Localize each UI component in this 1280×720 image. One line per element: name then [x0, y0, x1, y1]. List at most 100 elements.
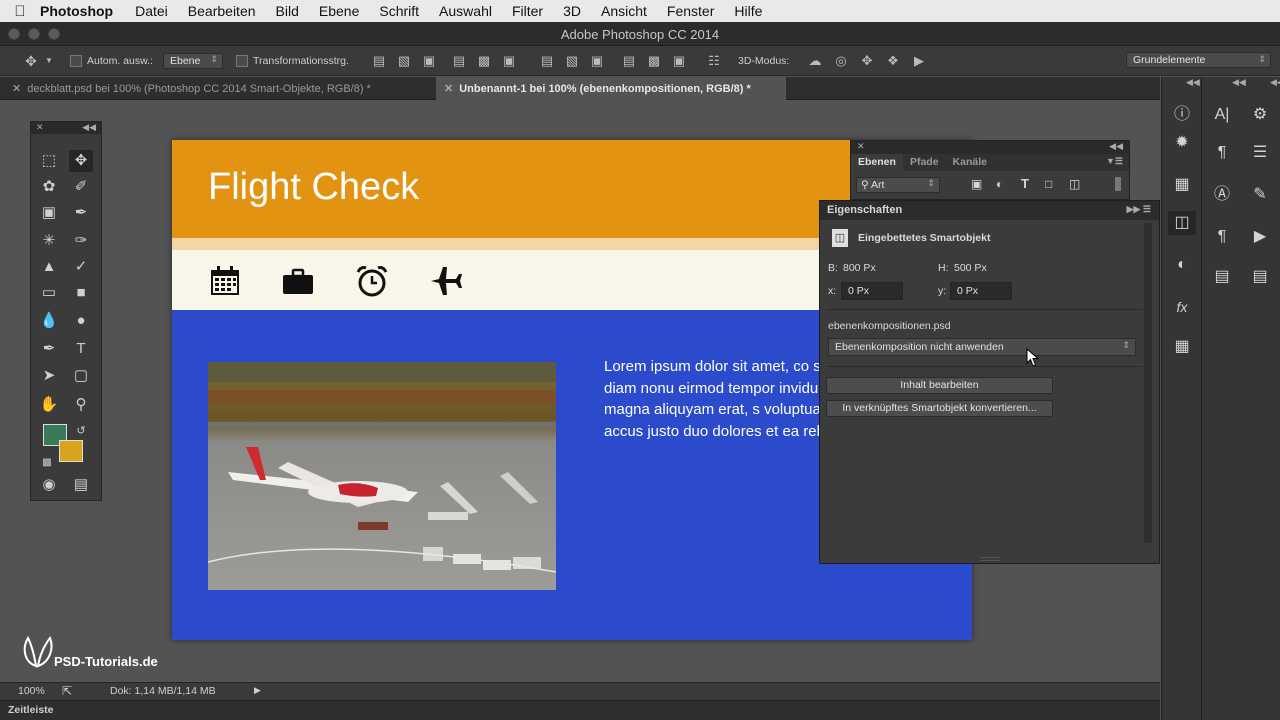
- eyedropper-tool-icon[interactable]: ✒: [69, 202, 93, 224]
- menu-fenster[interactable]: Fenster: [667, 3, 714, 19]
- distribute-hcenter-icon[interactable]: ▩: [645, 52, 663, 70]
- quick-mask-icon[interactable]: ◉: [37, 474, 61, 496]
- collapse-dock-icon[interactable]: ◀◀: [1232, 77, 1246, 88]
- close-panel-icon[interactable]: ✕: [857, 141, 865, 154]
- menu-schrift[interactable]: Schrift: [379, 3, 419, 19]
- screen-mode-icon[interactable]: ▤: [69, 474, 93, 496]
- tab-deckblatt[interactable]: ✕ deckblatt.psd bei 100% (Photoshop CC 20…: [4, 77, 436, 100]
- histogram-icon[interactable]: ▦: [1168, 173, 1196, 197]
- filter-adjustment-icon[interactable]: ◐: [996, 177, 1003, 191]
- timeline-panel-bar[interactable]: Zeitleiste: [0, 700, 1160, 720]
- layer-comp-dropdown[interactable]: Ebenenkomposition nicht anwenden ⇕: [828, 338, 1136, 356]
- background-color-swatch[interactable]: [59, 440, 83, 462]
- tab-ebenen[interactable]: Ebenen: [851, 154, 903, 171]
- marquee-tool-icon[interactable]: ⬚: [37, 150, 61, 172]
- crop-tool-icon[interactable]: ▣: [37, 202, 61, 224]
- collapse-dock-icon[interactable]: ◀◀: [1270, 77, 1280, 88]
- zoom-tool-icon[interactable]: ⚲: [69, 394, 93, 416]
- align-bottom-icon[interactable]: ▣: [420, 52, 438, 70]
- tool-preset-chevron-icon[interactable]: ▼: [40, 52, 58, 70]
- character-icon[interactable]: A|: [1208, 103, 1236, 127]
- 3d-slide-icon[interactable]: ❖: [884, 52, 902, 70]
- swatches-grid-icon[interactable]: ▦: [1168, 335, 1196, 359]
- close-tab-icon[interactable]: ✕: [444, 83, 453, 95]
- 3d-orbit-icon[interactable]: ☁: [806, 52, 824, 70]
- close-panel-icon[interactable]: ✕: [36, 122, 44, 134]
- layer-filter-dropdown[interactable]: ⚲ Art ⇕: [856, 177, 940, 193]
- dodge-tool-icon[interactable]: ●: [69, 310, 93, 332]
- distribute-left-icon[interactable]: ▤: [620, 52, 638, 70]
- auto-select-dropdown[interactable]: Ebene ⇕: [163, 53, 223, 69]
- menu-bild[interactable]: Bild: [276, 3, 299, 19]
- collapse-panel-icon[interactable]: ◀◀: [1109, 141, 1123, 154]
- share-icon[interactable]: ⇱: [62, 684, 72, 698]
- panel-menu-icon[interactable]: ▶▶ ☰: [1127, 204, 1151, 215]
- shape-tool-icon[interactable]: ▢: [69, 365, 93, 387]
- healing-brush-tool-icon[interactable]: ✳: [37, 230, 61, 252]
- width-value[interactable]: 800 Px: [843, 262, 876, 274]
- transform-controls-checkbox[interactable]: [236, 55, 248, 67]
- swap-colors-icon[interactable]: ↺: [69, 420, 93, 442]
- menu-datei[interactable]: Datei: [135, 3, 168, 19]
- brush-tool-icon[interactable]: ✑: [69, 230, 93, 252]
- notes-icon[interactable]: ▤: [1246, 265, 1274, 289]
- resize-grip[interactable]: [980, 557, 1000, 561]
- tab-pfade[interactable]: Pfade: [903, 154, 946, 171]
- gradient-tool-icon[interactable]: ■: [69, 282, 93, 304]
- properties-scrollbar[interactable]: [1144, 223, 1152, 543]
- info-icon[interactable]: ⓘ: [1168, 103, 1196, 127]
- distribute-right-icon[interactable]: ▣: [670, 52, 688, 70]
- quick-select-tool-icon[interactable]: ✐: [69, 176, 93, 198]
- filter-toggle[interactable]: [1115, 177, 1121, 191]
- distribute-top-icon[interactable]: ▤: [538, 52, 556, 70]
- lasso-tool-icon[interactable]: ✿: [37, 176, 61, 198]
- filter-smartobject-icon[interactable]: ◫: [1069, 177, 1080, 191]
- filter-shape-icon[interactable]: □: [1045, 177, 1052, 191]
- adjustments-icon[interactable]: ◐: [1168, 253, 1196, 277]
- menu-filter[interactable]: Filter: [512, 3, 543, 19]
- x-position-input[interactable]: 0 Px: [841, 282, 903, 300]
- paragraph-styles-icon[interactable]: ¶: [1208, 225, 1236, 249]
- tool-presets-icon[interactable]: ✎: [1246, 183, 1274, 207]
- pen-tool-icon[interactable]: ✒: [37, 338, 61, 360]
- convert-to-linked-button[interactable]: In verknüpftes Smartobjekt konvertieren.…: [826, 400, 1053, 417]
- timeline-label[interactable]: Zeitleiste: [8, 704, 54, 716]
- 3d-scale-icon[interactable]: ▶: [910, 52, 928, 70]
- auto-select-checkbox[interactable]: [70, 55, 82, 67]
- menu-ebene[interactable]: Ebene: [319, 3, 359, 19]
- y-position-input[interactable]: 0 Px: [950, 282, 1012, 300]
- path-select-tool-icon[interactable]: ➤: [37, 365, 61, 387]
- styles-fx-icon[interactable]: fx: [1168, 295, 1196, 319]
- character-styles-icon[interactable]: Ⓐ: [1208, 183, 1236, 207]
- align-hcenter-icon[interactable]: ▩: [475, 52, 493, 70]
- 3d-roll-icon[interactable]: ◎: [832, 52, 850, 70]
- menu-hilfe[interactable]: Hilfe: [734, 3, 762, 19]
- panel-menu-icon[interactable]: ▼☰: [1100, 154, 1129, 171]
- navigator-icon[interactable]: ✹: [1168, 131, 1196, 155]
- properties-icon[interactable]: ◫: [1168, 211, 1196, 235]
- align-right-icon[interactable]: ▣: [500, 52, 518, 70]
- align-vcenter-icon[interactable]: ▧: [395, 52, 413, 70]
- tab-kanaele[interactable]: Kanäle: [946, 154, 994, 171]
- filter-pixel-icon[interactable]: ▣: [971, 177, 982, 191]
- collapse-panel-icon[interactable]: ◀◀: [82, 122, 96, 134]
- align-left-icon[interactable]: ▤: [450, 52, 468, 70]
- workspace-dropdown[interactable]: Grundelemente ⇕: [1126, 52, 1271, 68]
- layer-comps-icon[interactable]: ▤: [1208, 265, 1236, 289]
- menu-3d[interactable]: 3D: [563, 3, 581, 19]
- close-tab-icon[interactable]: ✕: [12, 83, 21, 95]
- brush-presets-icon[interactable]: ⚙: [1246, 103, 1274, 127]
- menu-ansicht[interactable]: Ansicht: [601, 3, 647, 19]
- hand-tool-icon[interactable]: ✋: [37, 394, 61, 416]
- paragraph-icon[interactable]: ¶: [1208, 141, 1236, 165]
- edit-contents-button[interactable]: Inhalt bearbeiten: [826, 377, 1053, 394]
- tab-unbenannt[interactable]: ✕ Unbenannt-1 bei 100% (ebenenkomposition…: [436, 77, 786, 100]
- actions-play-icon[interactable]: ▶: [1246, 225, 1274, 249]
- move-tool-icon[interactable]: ✥: [69, 150, 93, 172]
- distribute-vcenter-icon[interactable]: ▧: [563, 52, 581, 70]
- eraser-tool-icon[interactable]: ▭: [37, 282, 61, 304]
- blur-tool-icon[interactable]: 💧: [37, 310, 61, 332]
- move-tool-icon[interactable]: ✥: [22, 52, 40, 70]
- brush-settings-icon[interactable]: ☰: [1246, 141, 1274, 165]
- height-value[interactable]: 500 Px: [954, 262, 987, 274]
